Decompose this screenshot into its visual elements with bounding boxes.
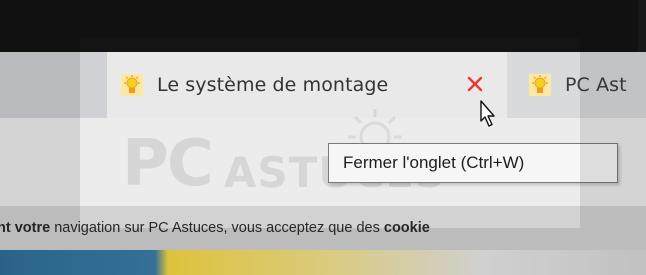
tab-title: Le système de montage xyxy=(157,74,389,96)
tooltip-text: Fermer l'onglet (Ctrl+W) xyxy=(343,153,525,172)
tab-strip: Le système de montage PC Ast xyxy=(0,52,646,118)
close-tab-button[interactable] xyxy=(464,73,486,95)
tab-title: PC Ast xyxy=(565,74,627,96)
close-x-icon xyxy=(467,76,483,92)
cookie-banner-text: nt votre navigation sur PC Astuces, vous… xyxy=(0,220,430,236)
watermark-pc: PC xyxy=(122,127,214,201)
tab-inactive[interactable]: PC Ast xyxy=(507,52,646,118)
window-titlebar xyxy=(0,0,638,52)
page-content-strip xyxy=(0,250,646,275)
pc-astuces-sun-icon xyxy=(529,74,551,96)
cookie-text-bold-start: nt votre xyxy=(0,220,51,236)
pc-astuces-sun-icon xyxy=(121,74,143,96)
cookie-text-bold-end: cookie xyxy=(383,220,430,236)
cookie-banner: nt votre navigation sur PC Astuces, vous… xyxy=(0,206,646,250)
close-tab-tooltip: Fermer l'onglet (Ctrl+W) xyxy=(328,143,618,183)
tab-active[interactable]: Le système de montage xyxy=(107,52,507,118)
cookie-text-middle: navigation sur PC Astuces, vous acceptez… xyxy=(50,220,384,236)
